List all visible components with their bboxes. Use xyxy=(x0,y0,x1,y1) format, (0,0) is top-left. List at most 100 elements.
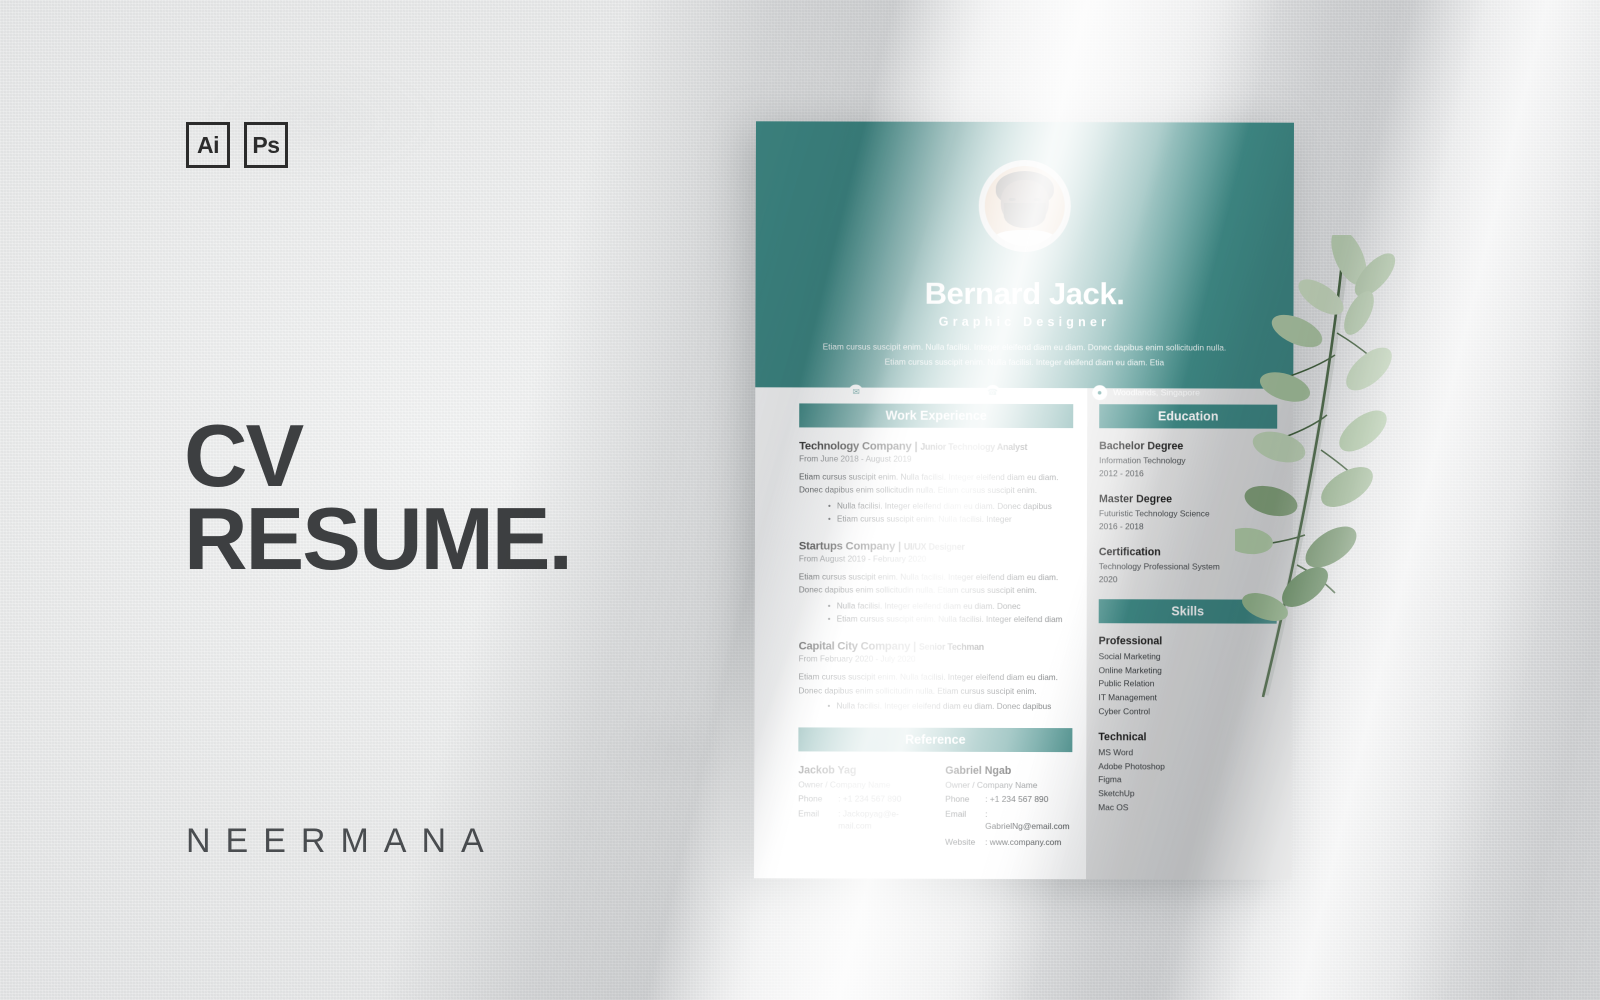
job-bullets: Nulla facilisi. Integer eleifend diam eu… xyxy=(798,699,1072,713)
job-separator: | xyxy=(895,540,904,553)
skill-item: Adobe Photoshop xyxy=(1098,760,1165,772)
job-date: From August 2019 - February 2020 xyxy=(798,554,927,564)
reference-name: Jackob Yag xyxy=(798,764,857,777)
job-bullets: Nulla facilisi. Integer eleifend diam eu… xyxy=(799,599,1073,626)
candidate-name: Bernard Jack. xyxy=(924,275,1125,312)
candidate-role: Graphic Designer xyxy=(938,314,1111,330)
education-entry: Master Degree Futuristic Technology Scie… xyxy=(1099,493,1277,533)
avatar-photo xyxy=(984,165,1065,247)
skill-list: MS Word Adobe Photoshop Figma SketchUp M… xyxy=(1098,746,1276,815)
avatar xyxy=(978,159,1071,253)
job-bullets: Nulla facilisi. Integer eleifend diam eu… xyxy=(799,499,1073,526)
job-company: Technology Company xyxy=(799,440,912,453)
job-bullet: Nulla facilisi. Integer eleifend diam eu… xyxy=(837,499,1073,513)
reference-key: Email xyxy=(798,808,820,819)
job-bullet: Etiam cursus suscipit enim. Nulla facili… xyxy=(837,612,1073,626)
section-header-reference: Reference xyxy=(798,727,1073,753)
skill-group-technical: Technical MS Word Adobe Photoshop Figma … xyxy=(1098,731,1276,815)
job-company: Startups Company xyxy=(798,540,896,553)
reference-value: : +1 234 567 890 xyxy=(838,793,902,804)
reference-row: Email : GabrielNg@email.com xyxy=(945,808,1072,833)
education-years: 2020 xyxy=(1098,574,1118,585)
section-header-skills: Skills xyxy=(1098,599,1277,624)
phone-icon: ☎ xyxy=(985,384,1001,400)
resume-body: Work Experience Technology Company | Jun… xyxy=(754,387,1294,880)
candidate-summary: Etiam cursus suscipit enim. Nulla facili… xyxy=(822,341,1227,368)
side-column: Education Bachelor Degree Information Te… xyxy=(1086,388,1294,880)
reference-value: : www.company.com xyxy=(985,836,1062,847)
job-bullet: Etiam cursus suscipit enim. Nulla facili… xyxy=(837,512,1073,526)
job-title: Startups Company | UI/UX Designer xyxy=(799,541,1073,554)
job-bullet: Nulla facilisi. Integer eleifend diam eu… xyxy=(837,599,1073,613)
job-title: Capital City Company | Senior Techman xyxy=(799,641,1073,654)
section-header-work-experience: Work Experience xyxy=(799,403,1074,429)
education-title: Master Degree xyxy=(1098,493,1173,506)
contact-email[interactable]: ✉ myaccount@email.com xyxy=(848,384,960,400)
reference-value: : Jackopyag@e-mail.com xyxy=(838,808,899,832)
reference-value: : +1 234 567 890 xyxy=(985,793,1049,805)
reference-key: Website xyxy=(945,836,976,847)
job-title: Technology Company | Junior Technology A… xyxy=(799,440,1073,453)
reference-row: Phone : +1 234 567 890 xyxy=(945,793,1072,806)
reference-name: Gabriel Ngab xyxy=(945,764,1012,778)
job-date: From February 2020 - July 2020 xyxy=(798,654,916,664)
reference-row: Email : Jackopyag@e-mail.com xyxy=(798,808,925,833)
avatar-shirt xyxy=(994,229,1056,247)
resume-header: Bernard Jack. Graphic Designer Etiam cur… xyxy=(755,121,1294,400)
reference-entry: Jackob Yag Owner / Company Name Phone : … xyxy=(798,765,925,848)
job-position: Junior Technology Analyst xyxy=(920,441,1028,453)
skill-list: Social Marketing Online Marketing Public… xyxy=(1098,650,1276,719)
software-badges: Ai Ps xyxy=(186,122,288,168)
main-column: Work Experience Technology Company | Jun… xyxy=(754,387,1088,880)
skill-item: Public Relation xyxy=(1098,678,1155,689)
job-position: Senior Techman xyxy=(918,641,985,653)
contact-location[interactable]: ● Woodlands, Singapore xyxy=(1092,384,1200,400)
skill-group-title: Technical xyxy=(1098,731,1147,744)
skill-group-title: Professional xyxy=(1098,635,1163,648)
education-field: Futuristic Technology Science xyxy=(1098,508,1210,519)
education-title: Bachelor Degree xyxy=(1099,440,1184,453)
resume-sheet-wrapper: Bernard Jack. Graphic Designer Etiam cur… xyxy=(754,121,1294,880)
skill-item: Online Marketing xyxy=(1098,664,1162,676)
education-years: 2016 - 2018 xyxy=(1098,521,1144,532)
photoshop-badge: Ps xyxy=(244,122,288,168)
education-years: 2012 - 2016 xyxy=(1099,468,1144,479)
page-title-line2: RESUME. xyxy=(184,488,573,588)
skill-item: IT Management xyxy=(1098,692,1158,703)
job-position: UI/UX Designer xyxy=(903,541,965,552)
skill-group-professional: Professional Social Marketing Online Mar… xyxy=(1098,635,1276,719)
education-entry: Bachelor Degree Information Technology 2… xyxy=(1099,440,1277,480)
job-date: From June 2018 - August 2019 xyxy=(799,454,912,464)
contact-email-text: myaccount@email.com xyxy=(869,386,960,398)
contact-phone-text: +1 234 567 890 xyxy=(1006,387,1067,398)
job-entry: Capital City Company | Senior Techman Fr… xyxy=(798,641,1072,714)
reference-row: Website : www.company.com xyxy=(945,835,1072,848)
contact-phone[interactable]: ☎ +1 234 567 890 xyxy=(985,384,1067,400)
resume-sheet: Bernard Jack. Graphic Designer Etiam cur… xyxy=(754,121,1294,880)
avatar-eye-right xyxy=(1033,198,1041,202)
illustrator-badge: Ai xyxy=(186,122,230,168)
job-entry: Startups Company | UI/UX Designer From A… xyxy=(799,541,1073,627)
avatar-beard xyxy=(1003,202,1046,229)
job-entry: Technology Company | Junior Technology A… xyxy=(799,440,1073,526)
skill-item: SketchUp xyxy=(1098,788,1135,799)
education-field: Technology Professional System xyxy=(1098,561,1220,572)
reference-subtitle: Owner / Company Name xyxy=(945,779,1038,791)
reference-value: : GabrielNg@email.com xyxy=(985,809,1070,832)
contact-location-text: Woodlands, Singapore xyxy=(1113,387,1200,398)
skill-item: Social Marketing xyxy=(1098,651,1161,662)
reference-key: Email xyxy=(945,809,967,820)
job-description: Etiam cursus suscipit enim. Nulla facili… xyxy=(799,472,1059,496)
job-bullet: Nulla facilisi. Integer eleifend diam eu… xyxy=(836,699,1072,713)
page-title: CV RESUME. xyxy=(184,412,573,588)
skill-item: MS Word xyxy=(1098,747,1134,758)
job-separator: | xyxy=(911,440,921,453)
job-description: Etiam cursus suscipit enim. Nulla facili… xyxy=(798,672,1058,696)
skill-item: Cyber Control xyxy=(1098,705,1151,716)
reference-key: Phone xyxy=(798,793,823,804)
education-entry: Certification Technology Professional Sy… xyxy=(1099,546,1277,586)
job-company: Capital City Company xyxy=(798,640,911,653)
job-description: Etiam cursus suscipit enim. Nulla facili… xyxy=(798,572,1059,596)
reference-subtitle: Owner / Company Name xyxy=(798,779,891,790)
reference-row: Phone : +1 234 567 890 xyxy=(798,793,925,806)
